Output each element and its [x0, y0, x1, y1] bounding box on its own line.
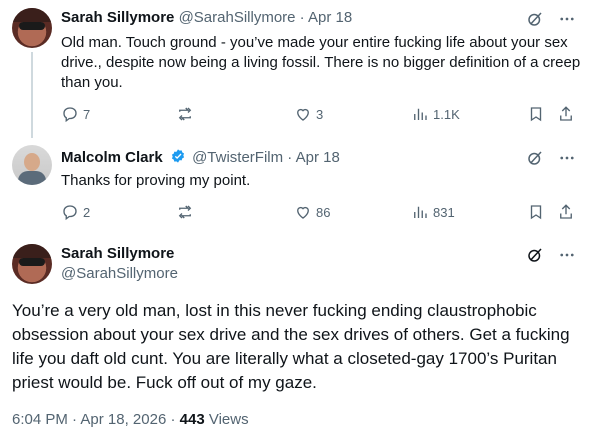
author-handle[interactable]: @SarahSillymore	[179, 9, 296, 26]
views-button[interactable]: 831	[411, 203, 455, 221]
author-name[interactable]: Sarah Sillymore	[61, 245, 174, 262]
share-icon	[560, 106, 572, 121]
grok-icon[interactable]	[525, 245, 545, 265]
separator: ·	[72, 411, 78, 428]
author-name[interactable]: Malcolm Clark	[61, 149, 163, 166]
share-button[interactable]	[557, 203, 575, 221]
repost-button[interactable]	[176, 203, 198, 221]
avatar[interactable]	[12, 8, 52, 48]
reply-tweet-malcolm[interactable]: Malcolm Clark @TwisterFilm · Apr 18 Than…	[0, 137, 591, 233]
tweet-time[interactable]: 6:04 PM	[12, 411, 68, 428]
author-handle[interactable]: @TwisterFilm	[192, 149, 283, 166]
tweet-top-icons	[525, 245, 577, 265]
reply-button[interactable]: 7	[61, 105, 90, 123]
author-name[interactable]: Sarah Sillymore	[61, 9, 174, 26]
views-count: 831	[433, 204, 455, 220]
bookmark-icon	[530, 205, 542, 220]
share-icon	[560, 204, 572, 219]
like-icon	[297, 206, 309, 219]
tweet-top-icons	[525, 148, 577, 168]
reply-count: 7	[83, 106, 91, 122]
verified-icon	[171, 149, 184, 163]
avatar[interactable]	[12, 145, 52, 185]
like-button[interactable]: 3	[294, 105, 323, 123]
main-tweet: Sarah Sillymore @SarahSillymore You’re a…	[0, 237, 591, 441]
reply-button[interactable]: 2	[61, 203, 90, 221]
tweet-actions: 7 3 1.1K	[61, 105, 581, 125]
tweet-text: Thanks for proving my point.	[61, 172, 251, 189]
separator: ·	[287, 149, 293, 166]
repost-icon	[178, 205, 192, 219]
avatar[interactable]	[12, 244, 52, 284]
share-button[interactable]	[557, 105, 575, 123]
tweet-date[interactable]: Apr 18, 2026	[80, 411, 166, 428]
repost-button[interactable]	[176, 105, 198, 123]
like-count: 86	[316, 204, 331, 220]
tweet-header: Sarah Sillymore @SarahSillymore · Apr 18	[61, 9, 352, 26]
tweet-actions: 2 86 831	[61, 203, 581, 223]
views-count: 1.1K	[433, 106, 460, 122]
like-button[interactable]: 86	[294, 203, 330, 221]
views-icon	[414, 108, 427, 120]
tweet-text: Old man. Touch ground - you’ve made your…	[61, 34, 581, 91]
tweet-meta: 6:04 PM · Apr 18, 2026 · 443 Views	[12, 411, 249, 428]
separator: ·	[299, 9, 305, 26]
bookmark-icon	[530, 107, 542, 122]
tweet-date[interactable]: Apr 18	[296, 149, 340, 166]
tweet-date[interactable]: Apr 18	[308, 9, 352, 26]
tweet-top-icons	[525, 9, 577, 29]
grok-icon[interactable]	[525, 9, 545, 29]
bookmark-button[interactable]	[527, 105, 545, 123]
repost-icon	[178, 107, 192, 121]
thread-connector	[31, 52, 33, 138]
tweet-text: You’re a very old man, lost in this neve…	[12, 301, 570, 392]
grok-icon[interactable]	[525, 148, 545, 168]
reply-icon	[63, 107, 77, 123]
bookmark-button[interactable]	[527, 203, 545, 221]
tweet-thread: Sarah Sillymore @SarahSillymore · Apr 18…	[0, 0, 591, 441]
views-count: 443	[179, 411, 205, 428]
separator: ·	[170, 411, 176, 428]
more-icon[interactable]	[557, 148, 577, 168]
more-icon[interactable]	[557, 245, 577, 265]
reply-icon	[63, 205, 77, 221]
views-icon	[414, 206, 427, 218]
more-icon[interactable]	[557, 9, 577, 29]
tweet-header: Malcolm Clark @TwisterFilm · Apr 18	[61, 148, 340, 166]
author-handle[interactable]: @SarahSillymore	[61, 265, 178, 282]
views-label: Views	[208, 411, 249, 428]
reply-count: 2	[83, 204, 91, 220]
views-button[interactable]: 1.1K	[411, 105, 460, 123]
reply-tweet-sarah[interactable]: Sarah Sillymore @SarahSillymore · Apr 18…	[0, 0, 591, 138]
like-icon	[297, 108, 309, 121]
like-count: 3	[316, 106, 324, 122]
